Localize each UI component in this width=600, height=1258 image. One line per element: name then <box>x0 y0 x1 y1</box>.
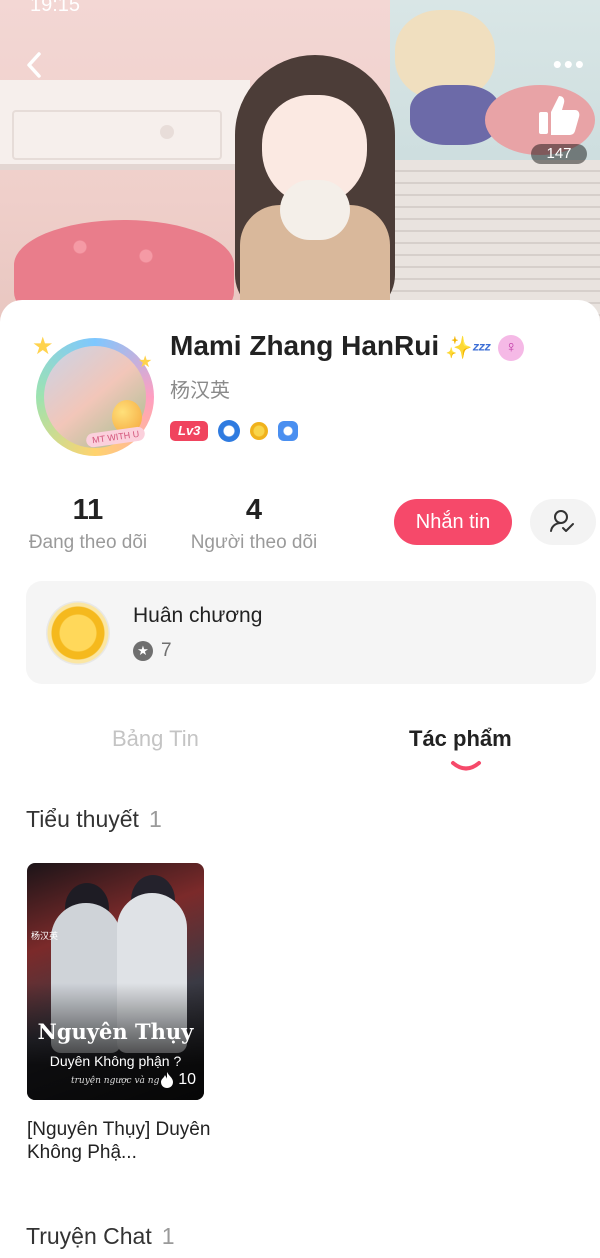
cover-small-text: 杨汉英 <box>31 931 59 941</box>
star-decoration-icon: ★ <box>138 354 153 371</box>
profile-page: 19:15 ••• 147 MT WITH U ★ ★ Mami Zhang H… <box>0 0 600 1258</box>
like-count: 147 <box>531 144 587 164</box>
following-stat[interactable]: 11 Đang theo dõi <box>26 492 150 554</box>
chat-stories-section-title: Truyện Chat 1 <box>26 1223 175 1250</box>
cover-subtitle: Duyên Không phận ? <box>49 1053 182 1069</box>
read-count-value: 10 <box>178 1071 196 1088</box>
status-bar-time: 19:15 <box>30 0 81 16</box>
followers-count: 4 <box>245 494 263 526</box>
tab-feed[interactable]: Bảng Tin <box>112 726 199 752</box>
chat-stories-section-label: Truyện Chat <box>26 1223 152 1249</box>
badge-row: Lv3 <box>170 420 299 442</box>
read-count: 10 <box>160 1071 196 1089</box>
flame-icon <box>161 1072 174 1088</box>
followers-stat[interactable]: 4 Người theo dõi <box>188 492 320 554</box>
novels-section-count: 1 <box>148 806 162 832</box>
thumbs-up-icon <box>539 96 580 135</box>
user-check-icon <box>550 510 574 532</box>
blue-drop-badge-icon[interactable] <box>218 420 241 442</box>
novel-cover[interactable]: 杨汉英 Nguyên Thụy Duyên Không phận ? truyệ… <box>27 863 204 1100</box>
level-badge[interactable]: Lv3 <box>170 421 209 441</box>
chat-stories-section-count: 1 <box>161 1223 175 1249</box>
female-gender-icon: ♀ <box>498 334 525 361</box>
cover-tagline: truyện ngược và ng <box>71 1076 160 1086</box>
gold-coin-badge-icon[interactable] <box>250 422 269 440</box>
medal-icon <box>46 601 110 665</box>
medal-count-row: ★ 7 <box>133 640 172 662</box>
profile-subname: 杨汉英 <box>170 380 230 402</box>
back-arrow-icon[interactable] <box>18 48 52 82</box>
message-button[interactable]: Nhắn tin <box>394 499 512 545</box>
novels-section-label: Tiểu thuyết <box>26 806 139 832</box>
blue-gem-badge-icon[interactable] <box>278 421 299 441</box>
active-tab-indicator <box>451 761 481 771</box>
sparkles-icon: ✨ <box>445 335 473 360</box>
more-options-icon[interactable]: ••• <box>553 51 586 77</box>
profile-name-text: Mami Zhang HanRui <box>170 330 440 361</box>
sleep-icon: ᶻᶻᶻ <box>472 339 491 359</box>
star-decoration-icon: ★ <box>32 333 54 360</box>
follow-user-button[interactable] <box>530 499 596 545</box>
medal-count: 7 <box>161 640 172 661</box>
novel-title[interactable]: [Nguyên Thụy] Duyên Không Phậ... <box>27 1118 227 1164</box>
profile-cover-image <box>0 0 600 330</box>
medal-panel[interactable] <box>26 581 596 684</box>
profile-name: Mami Zhang HanRui ✨ᶻᶻᶻ ♀ <box>170 330 525 362</box>
tab-works[interactable]: Tác phẩm <box>409 726 512 752</box>
novels-section-title: Tiểu thuyết 1 <box>26 806 162 833</box>
medal-title: Huân chương <box>133 604 263 627</box>
star-icon: ★ <box>133 641 153 661</box>
cover-title: Nguyên Thụy <box>37 1019 194 1044</box>
following-count: 11 <box>72 494 104 526</box>
followers-label: Người theo dõi <box>190 532 318 553</box>
following-label: Đang theo dõi <box>28 532 148 553</box>
